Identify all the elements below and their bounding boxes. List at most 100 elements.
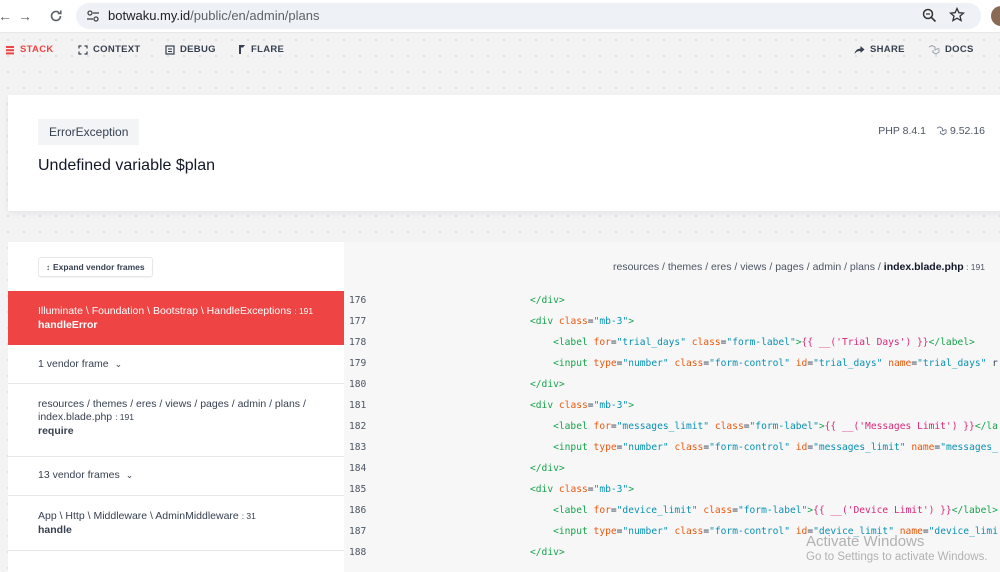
code-token: "number" (622, 526, 669, 537)
line-number: 184 (349, 463, 367, 474)
vendor-frames-label: 13 vendor frames (38, 469, 120, 481)
profile-avatar[interactable] (991, 6, 1000, 26)
code-line[interactable]: 176 </div> (344, 290, 1000, 311)
zoom-icon[interactable] (922, 8, 937, 28)
code-token: "number" (622, 358, 669, 369)
line-number: 183 (349, 442, 367, 453)
chevron-down-icon: ⌄ (114, 358, 123, 369)
code-token: > (628, 400, 634, 411)
code-token: class (558, 484, 588, 495)
code-token: type (593, 526, 617, 537)
code-token: "messages_limit" (813, 442, 906, 453)
code-source: <div class="mb-3"> (530, 479, 634, 500)
code-token: <div (530, 316, 559, 327)
site-settings-icon[interactable] (86, 9, 100, 28)
code-token: </div> (530, 463, 565, 474)
reload-icon[interactable] (45, 5, 67, 27)
exception-class-badge[interactable]: ErrorException (38, 119, 140, 145)
code-token: <input (553, 358, 594, 369)
docs-button[interactable]: DOCS (928, 44, 974, 55)
expand-vendor-frames-button[interactable]: ↕ Expand vendor frames (38, 257, 153, 277)
vendor-frames-toggle[interactable]: 13 vendor frames ⌄ (8, 457, 344, 496)
vendor-frames-toggle[interactable]: 1 vendor frame ⌄ (8, 345, 344, 384)
code-line[interactable]: 183 <input type="number" class="form-con… (344, 437, 1000, 458)
code-token: class (703, 505, 733, 516)
frame-line: : 191 (115, 412, 134, 422)
code-token: class (714, 421, 744, 432)
nav-stack[interactable]: STACK (5, 44, 54, 55)
code-line[interactable]: 180 </div> (344, 374, 1000, 395)
docs-label: DOCS (945, 44, 974, 55)
nav-debug[interactable]: DEBUG (165, 44, 216, 55)
code-source: </div> (530, 458, 565, 479)
nav-flare[interactable]: FLARE (238, 44, 284, 55)
code-token: id (795, 442, 808, 453)
code-token: </div> (530, 547, 565, 558)
code-line[interactable]: 185 <div class="mb-3"> (344, 479, 1000, 500)
line-number: 188 (349, 547, 367, 558)
nav-context[interactable]: CONTEXT (78, 44, 141, 55)
laravel-version-group: 9.52.16 (936, 125, 985, 137)
code-line[interactable]: 179 <input type="number" class="form-con… (344, 353, 1000, 374)
flare-icon (239, 45, 245, 54)
frame-path: Illuminate \ Foundation \ Bootstrap \ Ha… (38, 305, 292, 317)
code-line[interactable]: 188 </div> (344, 542, 1000, 563)
stack-frame[interactable]: resources / themes / eres / views / page… (8, 384, 344, 457)
code-source: <input type="number" class="form-control… (530, 521, 998, 542)
expand-vendor-frames-label: Expand vendor frames (53, 262, 145, 272)
code-line[interactable]: 186 <label for="device_limit" class="for… (344, 500, 1000, 521)
stack-frame-selected[interactable]: Illuminate \ Foundation \ Bootstrap \ Ha… (8, 291, 344, 345)
file-path[interactable]: resources / themes / eres / views / page… (613, 261, 985, 273)
code-token: class (674, 526, 704, 537)
bookmark-star-icon[interactable] (948, 6, 966, 28)
frame-path: resources / themes / eres / views / page… (38, 398, 306, 410)
address-bar[interactable]: botwaku.my.id/public/en/admin/plans (76, 3, 981, 29)
laravel-icon (928, 44, 940, 55)
code-line[interactable]: 184 </div> (344, 458, 1000, 479)
code-token: "messages_limit" (616, 421, 710, 432)
forward-arrow-icon[interactable]: → (14, 5, 36, 27)
nav-stack-label: STACK (20, 44, 54, 55)
browser-bar: ← → botwaku.my.id/public/en/admin/plans (0, 0, 1000, 33)
frame-path: App \ Http \ Middleware \ AdminMiddlewar… (38, 510, 239, 522)
code-source: <input type="number" class="form-control… (530, 437, 998, 458)
context-icon (78, 44, 88, 55)
url-text: botwaku.my.id/public/en/admin/plans (108, 8, 320, 23)
code-token: "form-control" (709, 442, 790, 453)
code-token: "device_limit" (616, 505, 698, 516)
code-line[interactable]: 187 <input type="number" class="form-con… (344, 521, 1000, 542)
code-token: </div> (530, 295, 565, 306)
code-line[interactable]: 181 <div class="mb-3"> (344, 395, 1000, 416)
code-token: </div> (530, 379, 565, 390)
code-line[interactable]: 178 <label for="trial_days" class="form-… (344, 332, 1000, 353)
stack-frame[interactable]: App \ Http \ Middleware \ AdminMiddlewar… (8, 496, 344, 551)
frame-file: index.blade.php (38, 411, 113, 423)
url-host: botwaku.my.id (108, 8, 191, 23)
nav-context-label: CONTEXT (93, 44, 141, 55)
code-token: > (628, 484, 634, 495)
error-message: Undefined variable $plan (38, 157, 216, 174)
code-token: for (593, 505, 611, 516)
share-label: SHARE (870, 44, 905, 55)
code-token: <label (553, 421, 594, 432)
code-line[interactable]: 182 <label for="messages_limit" class="f… (344, 416, 1000, 437)
line-number: 176 (349, 295, 367, 306)
error-card: ErrorException Undefined variable $plan … (8, 95, 1000, 211)
url-path: /public/en/admin/plans (190, 8, 320, 23)
chevron-down-icon: ⌄ (125, 469, 134, 480)
code-line[interactable]: 177 <div class="mb-3"> (344, 311, 1000, 332)
code-source: <div class="mb-3"> (530, 311, 634, 332)
code-token: type (593, 358, 617, 369)
code-token: name (911, 442, 935, 453)
code-token: "form-label" (726, 337, 796, 348)
code-token: r (986, 358, 998, 369)
code-token: "form-label" (749, 421, 819, 432)
line-number: 177 (349, 316, 367, 327)
share-button[interactable]: SHARE (854, 44, 905, 55)
frame-method: handleError (38, 319, 98, 331)
line-number: 185 (349, 484, 367, 495)
